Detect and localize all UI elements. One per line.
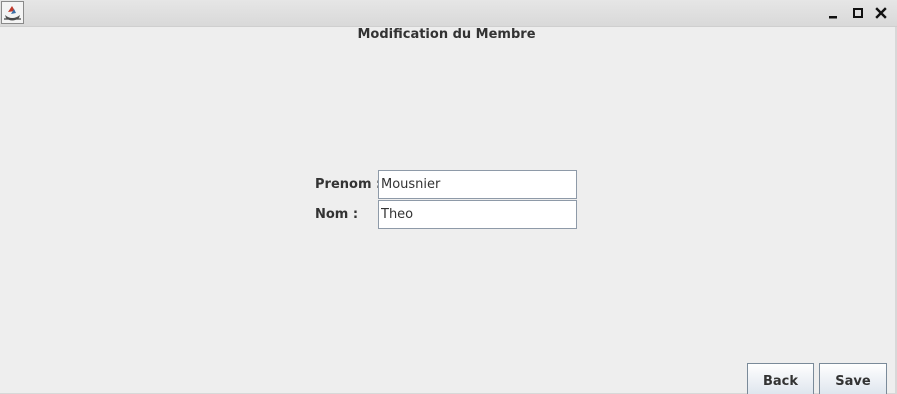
nom-input[interactable] xyxy=(378,200,577,229)
minimize-icon[interactable] xyxy=(826,6,840,20)
java-cup-icon[interactable] xyxy=(1,1,24,24)
back-button[interactable]: Back xyxy=(747,363,814,394)
nom-label: Nom : xyxy=(315,207,359,222)
prenom-label: Prenom : xyxy=(315,177,382,192)
maximize-icon[interactable] xyxy=(851,6,865,20)
page-title: Modification du Membre xyxy=(357,27,536,42)
prenom-input[interactable] xyxy=(378,170,577,199)
app-window: Modification du Membre Prenom : Nom : Ba… xyxy=(0,0,897,394)
close-icon[interactable] xyxy=(874,6,888,20)
save-button[interactable]: Save xyxy=(819,363,887,394)
title-bar[interactable] xyxy=(0,0,897,27)
